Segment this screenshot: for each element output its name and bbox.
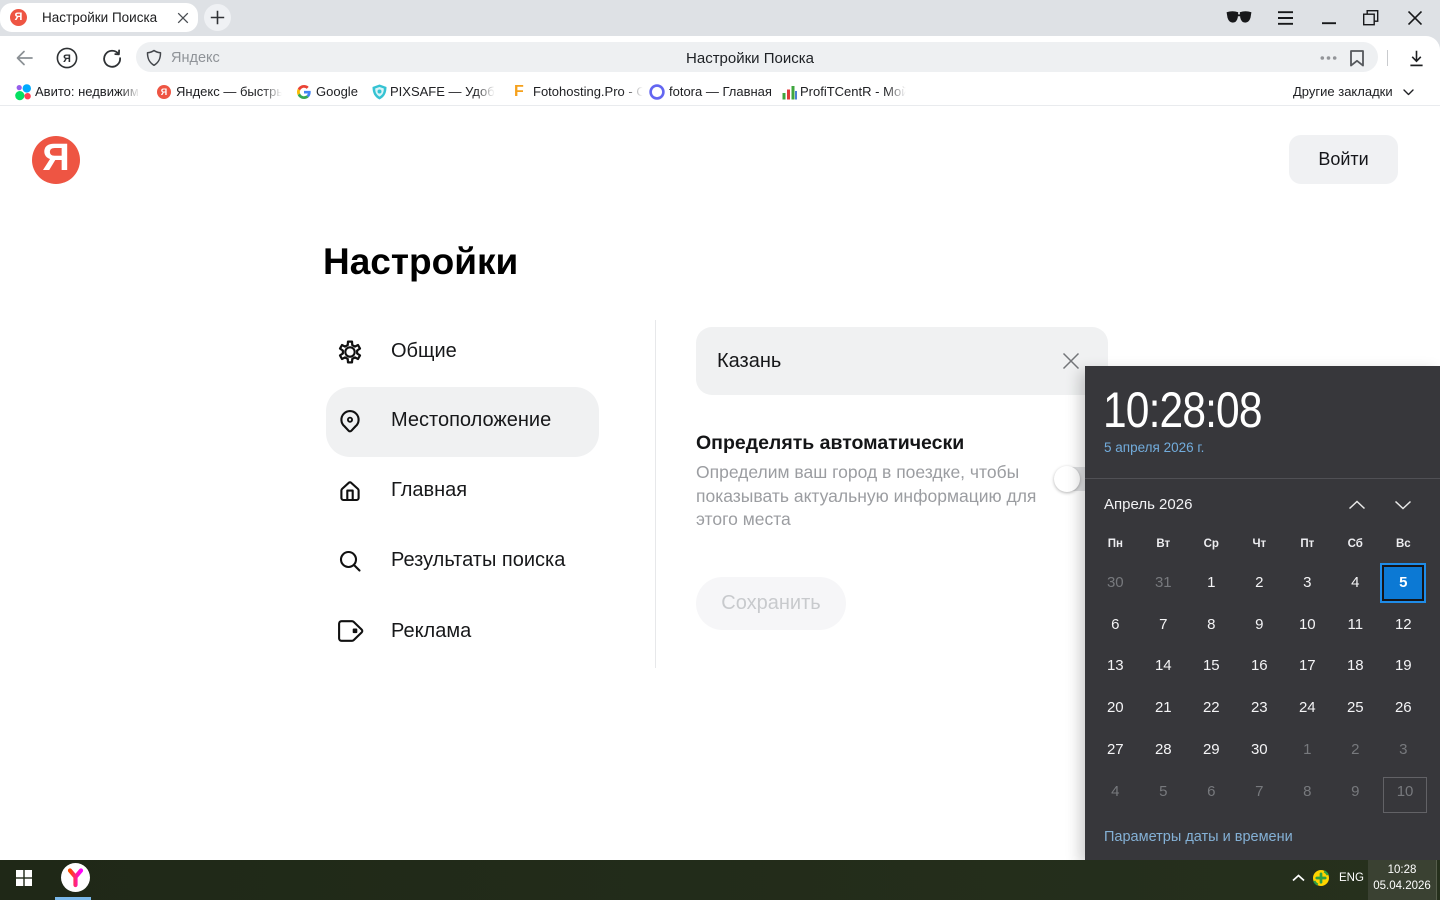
svg-text:Я: Я bbox=[63, 53, 71, 65]
